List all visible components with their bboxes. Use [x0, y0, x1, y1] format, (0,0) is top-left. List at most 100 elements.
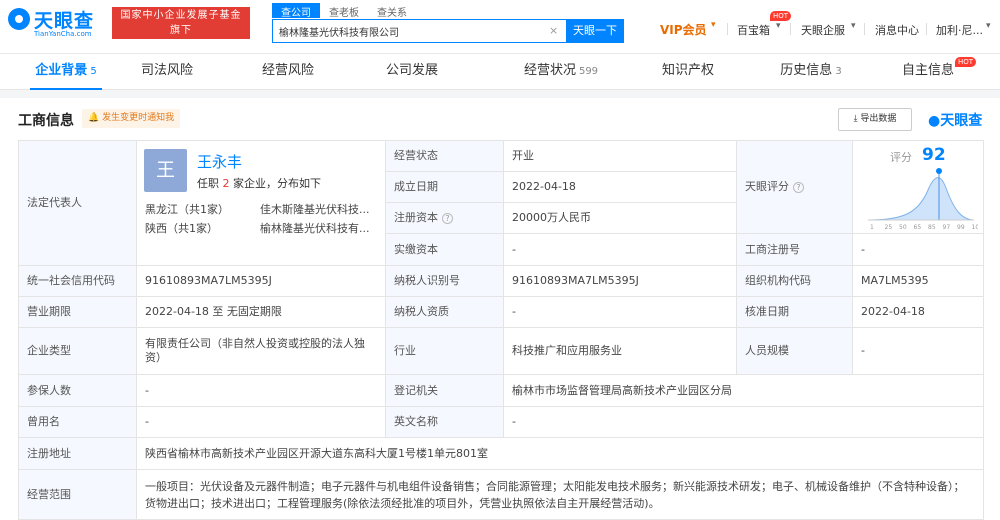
english-name-value: -	[503, 406, 984, 438]
score-label: 天眼评分	[745, 180, 789, 193]
tab-search-relation[interactable]: 查关系	[368, 3, 416, 19]
panel-title: 工商信息	[18, 113, 74, 129]
top-header: 天眼查 TianYanCha.com 国家中小企业发展子基金旗下 官方备案企业征…	[0, 0, 1000, 54]
tab-search-boss[interactable]: 查老板	[320, 3, 368, 19]
tab-search-company[interactable]: 查公司	[272, 3, 320, 19]
legal-rep-name[interactable]: 王永丰	[197, 151, 242, 172]
divider	[926, 23, 927, 35]
capital-label-cell: 注册资本?	[385, 202, 504, 234]
eye-logo-icon	[8, 8, 30, 30]
former-name-label: 曾用名	[18, 406, 137, 438]
industry-label: 行业	[385, 327, 504, 375]
score-tick-label: 1	[870, 224, 874, 230]
authority-label: 登记机关	[385, 374, 504, 407]
paidin-value: -	[503, 233, 737, 266]
tab-legal-risk[interactable]: 司法风险	[132, 54, 202, 90]
score-distribution-chart: 1 25 50 65 85 97 99 100	[867, 168, 978, 230]
search-input[interactable]	[273, 20, 543, 42]
company-type-value: 有限责任公司（非自然人投资或控股的法人独资）	[136, 327, 386, 375]
tianyancha-logo[interactable]: 天眼查 TianYanCha.com	[8, 6, 104, 40]
tab-company-background[interactable]: 企业背景 5	[30, 54, 102, 90]
help-icon[interactable]: ?	[442, 212, 453, 224]
term-label: 营业期限	[18, 296, 137, 328]
insured-value: -	[136, 374, 386, 407]
search-button[interactable]: 天眼一下	[566, 19, 624, 43]
summary-suffix: 家企业，分布如下	[233, 177, 321, 190]
score-tick-label: 97	[943, 224, 951, 230]
tab-count: 3	[835, 66, 842, 77]
paidin-label: 实缴资本	[385, 233, 504, 266]
baibaoxiang-link[interactable]: 百宝箱	[737, 22, 770, 38]
chevron-down-icon: ▾	[711, 20, 716, 30]
user-menu[interactable]: 加利·尼...	[936, 22, 983, 38]
credit-code-label: 统一社会信用代码	[18, 265, 137, 297]
summary-count: 2	[222, 177, 230, 190]
tab-label: 司法风险	[140, 63, 193, 78]
former-name-value: -	[136, 406, 386, 438]
divider	[864, 23, 865, 35]
divider	[727, 23, 728, 35]
tab-company-development[interactable]: 公司发展	[377, 54, 447, 90]
help-icon[interactable]: ?	[793, 181, 804, 193]
term-value: 2022-04-18 至 无固定期限	[136, 296, 386, 328]
region-province: 陕西（共1家）	[145, 222, 218, 235]
region-company-link[interactable]: 佳木斯隆基光伏科技...	[260, 203, 370, 217]
founded-value: 2022-04-18	[503, 171, 737, 203]
logo-text: 天眼查	[34, 10, 95, 32]
category-tabs: 企业背景 5 司法风险 经营风险 公司发展 经营状况 599 知识产权 历史信息 3 …	[0, 54, 1000, 90]
score-tick-label: 65	[914, 224, 922, 230]
tab-business-risk[interactable]: 经营风险	[253, 54, 323, 90]
tab-history[interactable]: 历史信息 3	[775, 54, 847, 90]
divider	[790, 23, 791, 35]
tab-label: 企业背景	[35, 63, 88, 78]
summary-prefix: 任职	[197, 177, 219, 190]
score-curve	[867, 177, 975, 221]
region-company-link[interactable]: 榆林隆基光伏科技有...	[260, 222, 370, 236]
authority-value: 榆林市市场监督管理局高新技术产业园区分局	[503, 374, 984, 407]
score-caption: 评分	[890, 151, 912, 164]
tab-count: 5	[90, 66, 97, 77]
tab-intellectual-property[interactable]: 知识产权	[653, 54, 723, 90]
export-data-button[interactable]: ⤓ 导出数据	[838, 108, 912, 131]
tab-self-info[interactable]: 自主信息	[893, 54, 963, 90]
taxid-value: 91610893MA7LM5395J	[503, 265, 737, 297]
official-badge: 国家中小企业发展子基金旗下 官方备案企业征信机构	[112, 7, 250, 51]
score-tick-label: 100	[972, 224, 979, 230]
change-notify-button[interactable]: 🔔 发生变更时通知我	[82, 109, 181, 128]
taxid-label: 纳税人识别号	[385, 265, 504, 297]
vip-link[interactable]: VIP会员	[660, 21, 707, 38]
industry-value: 科技推广和应用服务业	[503, 327, 737, 375]
score-value: 92	[922, 145, 946, 165]
orgcode-label: 组织机构代码	[736, 265, 853, 297]
tab-label: 经营状况	[523, 63, 576, 78]
score-tick-label: 99	[957, 224, 965, 230]
approve-date-value: 2022-04-18	[852, 296, 984, 328]
staff-size-label: 人员规模	[736, 327, 853, 375]
avatar[interactable]: 王	[144, 149, 187, 192]
clear-icon[interactable]: ×	[549, 24, 558, 37]
capital-value: 20000万人民币	[503, 202, 737, 234]
approve-date-label: 核准日期	[736, 296, 853, 328]
tab-count: 599	[578, 66, 599, 77]
regno-label: 工商注册号	[736, 233, 853, 266]
tab-operating-status[interactable]: 经营状况 599	[516, 54, 606, 90]
eye-logo-icon: ●	[928, 113, 941, 129]
message-center-link[interactable]: 消息中心	[875, 22, 919, 38]
english-name-label: 英文名称	[385, 406, 504, 438]
address-label: 注册地址	[18, 437, 137, 470]
badge-line-1: 国家中小企业发展子基金旗下	[120, 10, 242, 36]
tab-label: 知识产权	[661, 63, 714, 78]
tab-label: 自主信息	[901, 63, 954, 78]
capital-label: 注册资本	[394, 211, 438, 224]
score-tick-label: 50	[899, 224, 907, 230]
score-tick-label: 85	[928, 224, 936, 230]
tax-qualification-label: 纳税人资质	[385, 296, 504, 328]
score-ticks: 1 25 50 65 85 97 99 100	[870, 224, 978, 230]
tab-label: 公司发展	[385, 63, 438, 78]
brand-text: 天眼查	[940, 113, 983, 129]
enterprise-service-link[interactable]: 天眼企服	[801, 22, 845, 38]
status-label: 经营状态	[385, 140, 504, 172]
legal-rep-label: 法定代表人	[18, 140, 137, 266]
score-label-cell: 天眼评分?	[736, 140, 853, 234]
founded-label: 成立日期	[385, 171, 504, 203]
